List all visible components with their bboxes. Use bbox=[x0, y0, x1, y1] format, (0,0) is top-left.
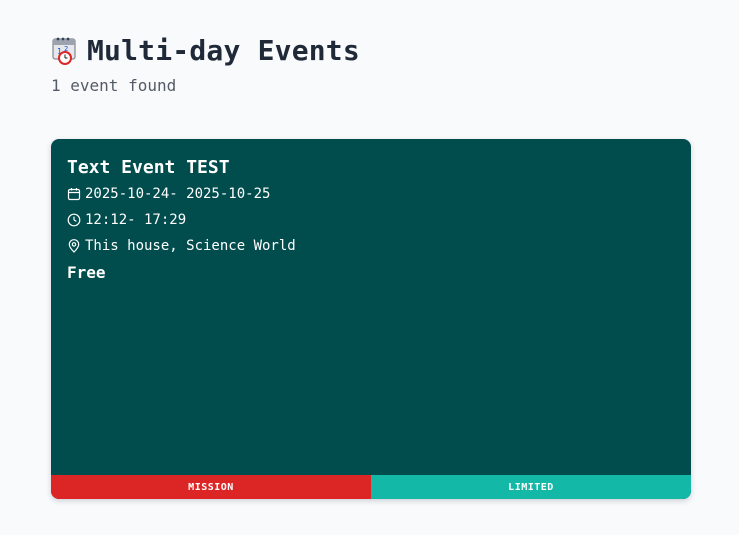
event-title: Text Event TEST bbox=[67, 157, 230, 178]
clock-icon bbox=[67, 213, 81, 227]
calendar-emoji-icon: 1 2 bbox=[51, 35, 79, 65]
event-time-row: 12:12- 17:29 bbox=[67, 207, 675, 233]
event-tags: MISSION LIMITED bbox=[51, 475, 691, 499]
event-date-range: 2025-10-24- 2025-10-25 bbox=[85, 186, 271, 202]
event-location: This house, Science World bbox=[85, 238, 296, 254]
title-row: 1 2 Multi-day Events bbox=[51, 30, 360, 70]
tag-limited[interactable]: LIMITED bbox=[371, 475, 691, 499]
events-page: 1 2 Multi-day Events 1 event found Text … bbox=[0, 0, 739, 535]
event-card-body: Text Event TEST 2025-10-24- 2025-10-25 1… bbox=[67, 155, 675, 285]
event-time-range: 12:12- 17:29 bbox=[85, 212, 187, 228]
event-location-row: This house, Science World bbox=[67, 233, 675, 259]
page-header: 1 2 Multi-day Events 1 event found bbox=[51, 30, 360, 96]
event-card[interactable]: Text Event TEST 2025-10-24- 2025-10-25 1… bbox=[51, 139, 691, 499]
map-pin-icon bbox=[67, 239, 81, 253]
event-count: 1 event found bbox=[51, 76, 177, 95]
tag-mission[interactable]: MISSION bbox=[51, 475, 371, 499]
page-title: Multi-day Events bbox=[87, 33, 360, 67]
calendar-icon bbox=[67, 187, 81, 201]
event-price: Free bbox=[67, 263, 106, 282]
event-date-row: 2025-10-24- 2025-10-25 bbox=[67, 181, 675, 207]
